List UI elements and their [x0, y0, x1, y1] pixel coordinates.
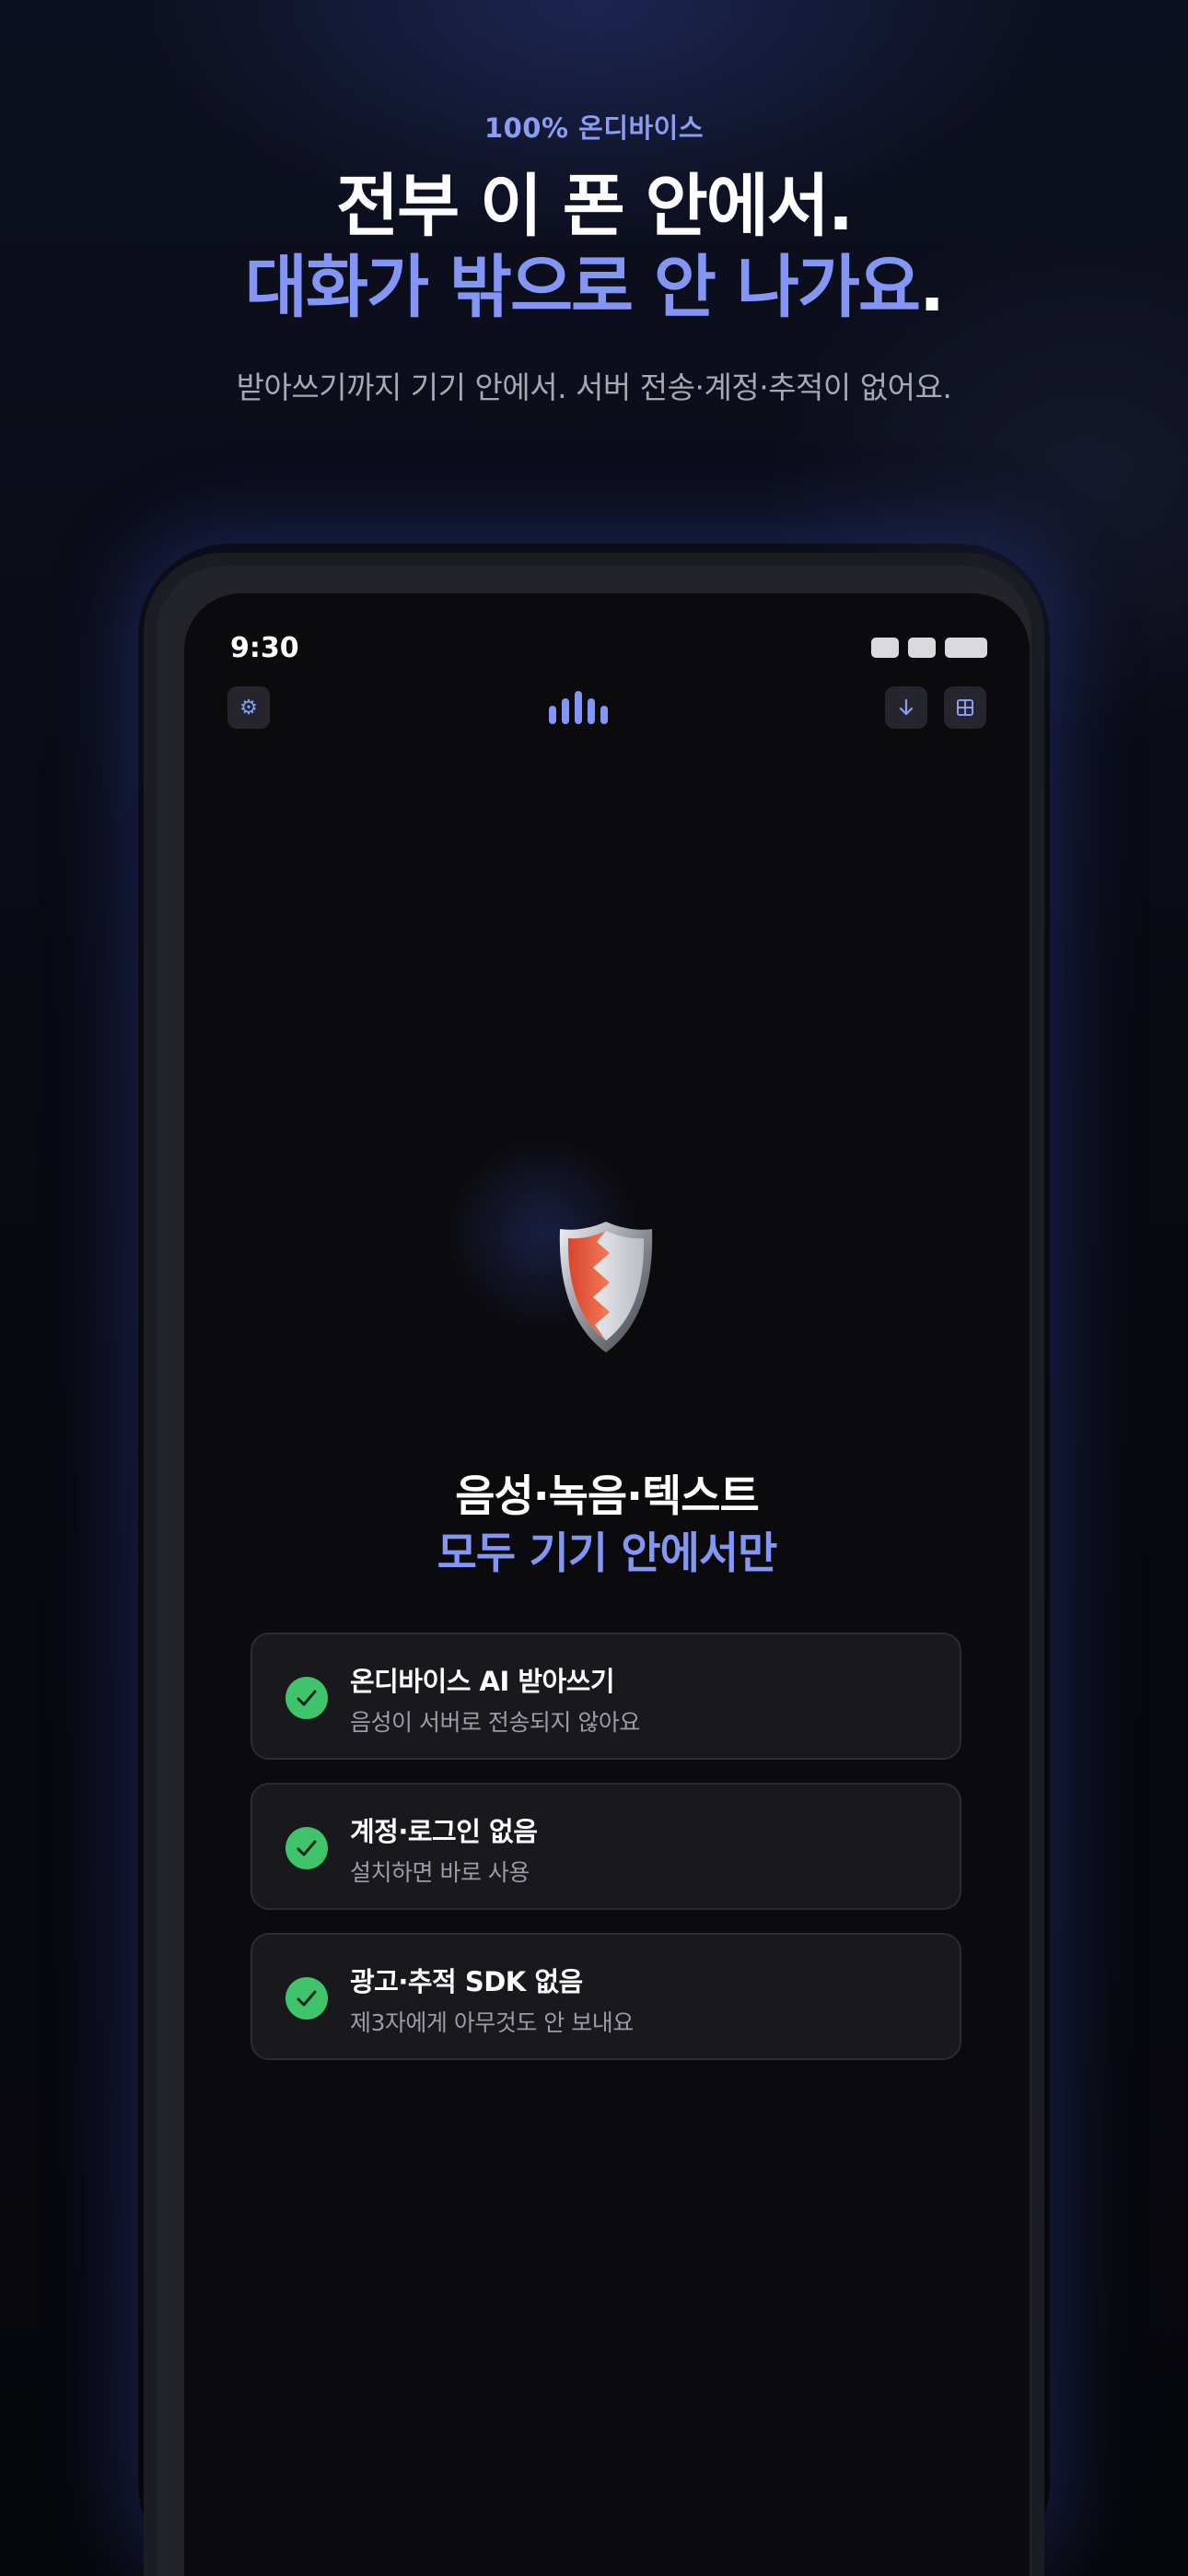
- headline-period: .: [918, 248, 945, 327]
- feature-description: 제3자에게 아무것도 안 보내요: [350, 2009, 634, 2036]
- feature-title: 온디바이스 AI 받아쓰기: [350, 1666, 615, 1697]
- feature-card: 계정·로그인 없음 설치하면 바로 사용: [250, 1783, 961, 1910]
- gear-icon: ⚙: [239, 696, 258, 720]
- cellular-signal-icon: [871, 638, 899, 658]
- check-icon: [285, 1677, 328, 1719]
- phone-bezel: 9:30 ⚙ 음성·녹음·텍스트 모두 기기 안에서만 온디바이스 AI 받아쓰…: [157, 566, 1031, 2576]
- subheadline: 받아쓰기까지 기기 안에서. 서버 전송·계정·추적이 없어요.: [236, 369, 952, 405]
- arrow-down-icon: [899, 698, 914, 716]
- hero-title-line-1: 음성·녹음·텍스트: [455, 1471, 759, 1522]
- hero-title: 음성·녹음·텍스트 모두 기기 안에서만: [184, 1469, 1030, 1583]
- status-time: 9:30: [230, 632, 299, 664]
- phone-screen: 9:30 ⚙ 음성·녹음·텍스트 모두 기기 안에서만 온디바이스 AI 받아쓰…: [184, 593, 1030, 2576]
- check-icon: [285, 1977, 328, 2020]
- hero-title-line-2: 모두 기기 안에서만: [437, 1528, 778, 1579]
- headline-line-1: 전부 이 폰 안에서.: [336, 167, 854, 246]
- shield-icon: [559, 1222, 653, 1352]
- eyebrow-label: 100% 온디바이스: [483, 112, 705, 144]
- headline: 전부 이 폰 안에서. 대화가 밖으로 안 나가요.: [0, 166, 1188, 328]
- headline-line-2-text: 대화가 밖으로 안 나가요: [244, 248, 921, 327]
- grid-icon: [957, 699, 973, 716]
- feature-description: 음성이 서버로 전송되지 않아요: [350, 1709, 640, 1736]
- wifi-icon: [908, 638, 936, 658]
- settings-button[interactable]: ⚙: [227, 686, 270, 729]
- feature-title: 광고·추적 SDK 없음: [350, 1966, 583, 1997]
- feature-description: 설치하면 바로 사용: [350, 1859, 530, 1886]
- headline-line-2: 대화가 밖으로 안 나가요.: [0, 247, 1188, 328]
- audio-bars-icon: [549, 691, 608, 724]
- download-button[interactable]: [885, 686, 927, 729]
- phone-frame: 9:30 ⚙ 음성·녹음·텍스트 모두 기기 안에서만 온디바이스 AI 받아쓰…: [144, 553, 1044, 2576]
- feature-card: 온디바이스 AI 받아쓰기 음성이 서버로 전송되지 않아요: [250, 1633, 961, 1760]
- feature-card: 광고·추적 SDK 없음 제3자에게 아무것도 안 보내요: [250, 1933, 961, 2060]
- battery-icon: [945, 638, 987, 658]
- feature-title: 계정·로그인 없음: [350, 1816, 538, 1847]
- check-icon: [285, 1827, 328, 1869]
- grid-button[interactable]: [944, 686, 986, 729]
- status-icons: [871, 638, 987, 658]
